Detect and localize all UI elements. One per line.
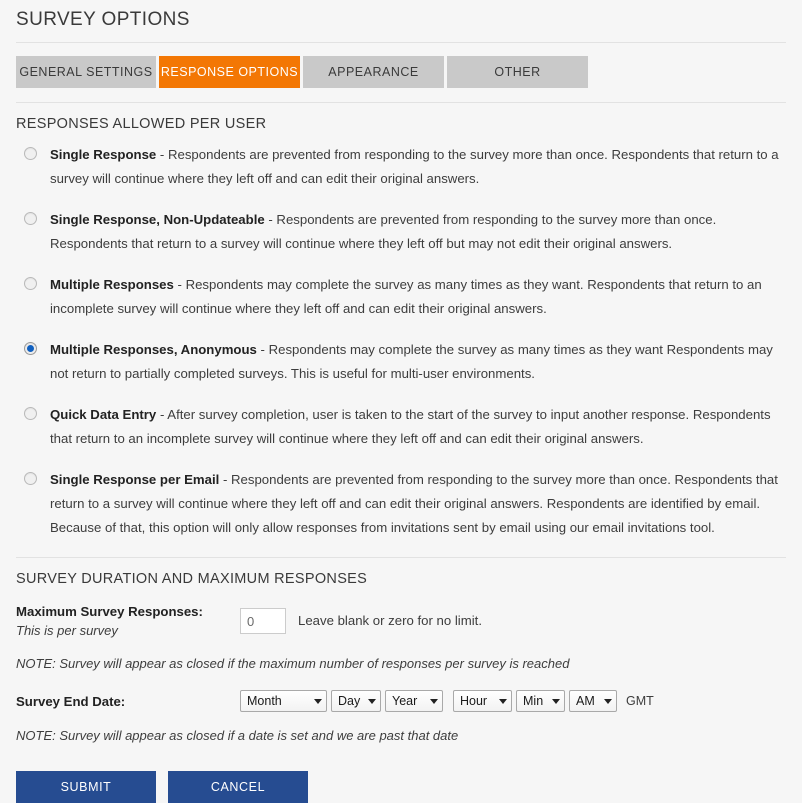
option-quick-data-entry[interactable]: Quick Data Entry - After survey completi… — [16, 403, 786, 451]
max-responses-row: Maximum Survey Responses: This is per su… — [16, 600, 786, 640]
tab-general-settings[interactable]: GENERAL SETTINGS — [16, 56, 156, 88]
max-responses-input[interactable] — [240, 608, 286, 634]
radio-single-response[interactable] — [24, 147, 37, 160]
end-date-row: Survey End Date: Month Day Year Hour Min — [16, 690, 786, 712]
year-select-value: Year — [392, 694, 418, 708]
radio-multiple-responses[interactable] — [24, 277, 37, 290]
max-responses-labels: Maximum Survey Responses: This is per su… — [16, 600, 240, 640]
radio-single-response-non-updateable[interactable] — [24, 212, 37, 225]
timezone-label: GMT — [626, 694, 654, 708]
ampm-select[interactable]: AM — [569, 690, 617, 712]
minute-select[interactable]: Min — [516, 690, 565, 712]
option-single-response-non-updateable[interactable]: Single Response, Non-Updateable - Respon… — [16, 208, 786, 256]
chevron-down-icon — [552, 698, 560, 704]
form-actions: SUBMIT CANCEL — [16, 771, 786, 803]
chevron-down-icon — [499, 698, 507, 704]
end-date-note: NOTE: Survey will appear as closed if a … — [16, 728, 459, 743]
option-title: Multiple Responses — [50, 277, 174, 292]
option-single-response[interactable]: Single Response - Respondents are preven… — [16, 143, 786, 191]
radio-multiple-responses-anonymous[interactable] — [24, 342, 37, 355]
ampm-select-value: AM — [576, 694, 595, 708]
hour-select[interactable]: Hour — [453, 690, 512, 712]
option-multiple-responses-anonymous[interactable]: Multiple Responses, Anonymous - Responde… — [16, 338, 786, 386]
chevron-down-icon — [368, 698, 376, 704]
tab-bar: GENERAL SETTINGS RESPONSE OPTIONS APPEAR… — [16, 43, 786, 102]
survey-options-page: SURVEY OPTIONS GENERAL SETTINGS RESPONSE… — [0, 0, 802, 803]
option-title: Single Response per Email — [50, 472, 220, 487]
tab-appearance[interactable]: APPEARANCE — [303, 56, 444, 88]
option-description: - Respondents are prevented from respond… — [50, 147, 779, 186]
option-label-single-response-per-email: Single Response per Email - Respondents … — [50, 468, 786, 540]
option-label-single-response-non-updateable: Single Response, Non-Updateable - Respon… — [50, 208, 786, 256]
chevron-down-icon — [604, 698, 612, 704]
max-responses-note: NOTE: Survey will appear as closed if th… — [16, 656, 570, 671]
tab-response-options[interactable]: RESPONSE OPTIONS — [159, 56, 300, 88]
chevron-down-icon — [430, 698, 438, 704]
max-responses-hint: Leave blank or zero for no limit. — [298, 613, 482, 628]
option-description: - After survey completion, user is taken… — [50, 407, 771, 446]
option-title: Single Response, Non-Updateable — [50, 212, 265, 227]
option-title: Multiple Responses, Anonymous — [50, 342, 257, 357]
max-responses-sublabel: This is per survey — [16, 623, 118, 638]
option-title: Single Response — [50, 147, 157, 162]
month-select[interactable]: Month — [240, 690, 327, 712]
option-label-multiple-responses-anonymous: Multiple Responses, Anonymous - Responde… — [50, 338, 786, 386]
option-multiple-responses[interactable]: Multiple Responses - Respondents may com… — [16, 273, 786, 321]
page-title: SURVEY OPTIONS — [16, 9, 190, 30]
hour-select-value: Hour — [460, 694, 488, 708]
end-date-selects: Month Day Year Hour Min AM GMT — [240, 690, 654, 712]
minute-select-value: Min — [523, 694, 544, 708]
option-title: Quick Data Entry — [50, 407, 157, 422]
option-label-quick-data-entry: Quick Data Entry - After survey completi… — [50, 403, 786, 451]
submit-button[interactable]: SUBMIT — [16, 771, 156, 803]
month-select-value: Month — [247, 694, 282, 708]
option-label-multiple-responses: Multiple Responses - Respondents may com… — [50, 273, 786, 321]
end-date-label: Survey End Date: — [16, 693, 126, 709]
duration-section-title: SURVEY DURATION AND MAXIMUM RESPONSES — [16, 571, 368, 587]
responses-allowed-option-list: Single Response - Respondents are preven… — [16, 141, 786, 540]
max-responses-label: Maximum Survey Responses: — [16, 604, 203, 619]
chevron-down-icon — [314, 698, 322, 704]
option-single-response-per-email[interactable]: Single Response per Email - Respondents … — [16, 468, 786, 540]
day-select[interactable]: Day — [331, 690, 381, 712]
year-select[interactable]: Year — [385, 690, 443, 712]
radio-single-response-per-email[interactable] — [24, 472, 37, 485]
tab-other[interactable]: OTHER — [447, 56, 588, 88]
cancel-button[interactable]: CANCEL — [168, 771, 308, 803]
option-label-single-response: Single Response - Respondents are preven… — [50, 143, 786, 191]
day-select-value: Day — [338, 694, 361, 708]
radio-quick-data-entry[interactable] — [24, 407, 37, 420]
responses-allowed-section-title: RESPONSES ALLOWED PER USER — [16, 116, 267, 132]
